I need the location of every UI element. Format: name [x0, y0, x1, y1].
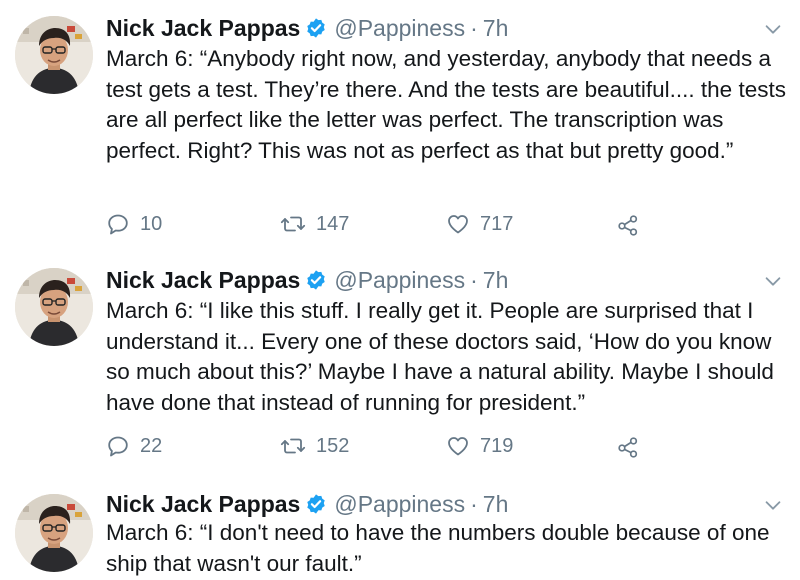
tweet-actions: 10 147 717 [106, 207, 666, 241]
share-icon [616, 434, 640, 458]
chevron-down-icon[interactable] [760, 16, 786, 42]
retweet-button[interactable]: 152 [280, 429, 349, 463]
like-button[interactable]: 717 [446, 207, 513, 241]
reply-count: 22 [140, 434, 163, 457]
separator: · [470, 267, 478, 293]
like-count: 719 [480, 434, 514, 457]
avatar[interactable] [15, 16, 93, 94]
tweet-text: March 6: “I don't need to have the numbe… [106, 520, 770, 576]
reply-count: 10 [140, 212, 163, 235]
tweet-text: March 6: “Anybody right now, and yesterd… [106, 46, 786, 163]
retweet-count: 152 [316, 434, 350, 457]
heart-icon [446, 434, 470, 458]
timestamp[interactable]: 7h [483, 10, 509, 46]
verified-badge-icon [305, 17, 327, 39]
timestamp[interactable]: 7h [483, 486, 509, 522]
author-name[interactable]: Nick Jack Pappas [106, 486, 300, 522]
tweet[interactable]: Nick Jack Pappas @Pappiness · 7h March 6… [0, 0, 800, 258]
retweet-icon [280, 434, 306, 458]
share-button[interactable] [616, 429, 640, 463]
retweet-count: 147 [316, 212, 350, 235]
avatar[interactable] [15, 494, 93, 572]
chevron-down-icon[interactable] [760, 492, 786, 518]
tweet[interactable]: Nick Jack Pappas @Pappiness · 7h March 6… [0, 484, 800, 580]
separator: · [470, 15, 478, 41]
heart-icon [446, 212, 470, 236]
author-handle[interactable]: @Pappiness [334, 486, 465, 522]
avatar[interactable] [15, 268, 93, 346]
tweet-header: Nick Jack Pappas @Pappiness · 7h [106, 486, 508, 522]
separator: · [470, 491, 478, 517]
share-button[interactable] [616, 207, 640, 241]
author-name[interactable]: Nick Jack Pappas [106, 10, 300, 46]
reply-icon [106, 434, 130, 458]
tweet-text: March 6: “I like this stuff. I really ge… [106, 298, 774, 415]
tweet[interactable]: Nick Jack Pappas @Pappiness · 7h March 6… [0, 258, 800, 484]
timestamp[interactable]: 7h [483, 262, 509, 298]
tweet-header: Nick Jack Pappas @Pappiness · 7h [106, 10, 508, 46]
share-icon [616, 212, 640, 236]
like-count: 717 [480, 212, 514, 235]
reply-icon [106, 212, 130, 236]
reply-button[interactable]: 22 [106, 429, 162, 463]
retweet-button[interactable]: 147 [280, 207, 349, 241]
chevron-down-icon[interactable] [760, 268, 786, 294]
author-handle[interactable]: @Pappiness [334, 262, 465, 298]
verified-badge-icon [305, 269, 327, 291]
verified-badge-icon [305, 493, 327, 515]
author-handle[interactable]: @Pappiness [334, 10, 465, 46]
like-button[interactable]: 719 [446, 429, 513, 463]
tweet-actions: 22 152 719 [106, 429, 666, 463]
tweet-header: Nick Jack Pappas @Pappiness · 7h [106, 262, 508, 298]
author-name[interactable]: Nick Jack Pappas [106, 262, 300, 298]
reply-button[interactable]: 10 [106, 207, 162, 241]
retweet-icon [280, 212, 306, 236]
